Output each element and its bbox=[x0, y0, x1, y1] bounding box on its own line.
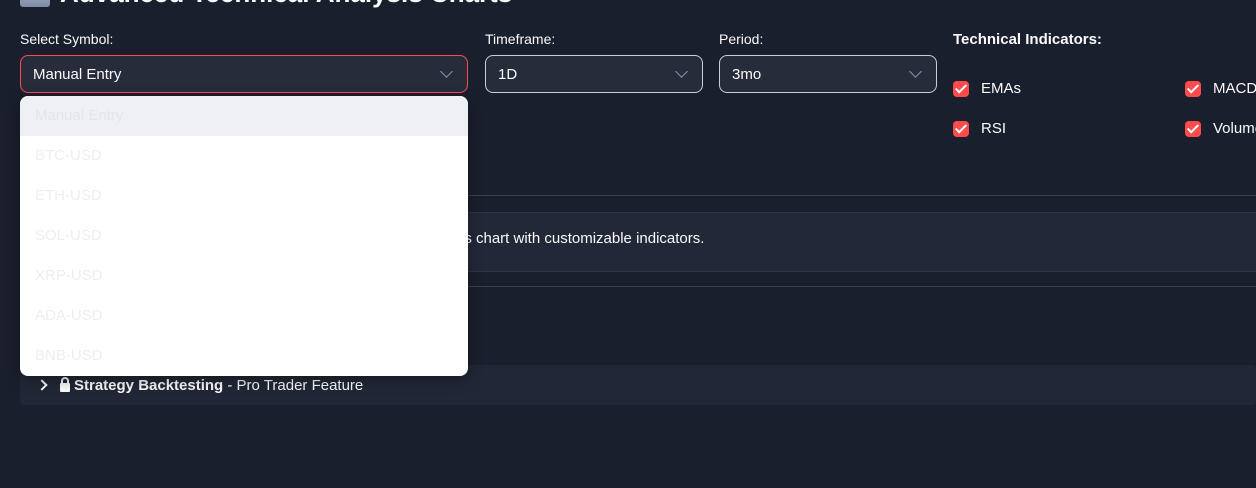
checkbox-checked-icon[interactable] bbox=[953, 80, 969, 97]
chevron-down-icon bbox=[909, 65, 922, 78]
indicator-checkbox-volume[interactable]: Volume bbox=[1185, 120, 1256, 137]
indicator-checkbox-emas[interactable]: EMAs bbox=[953, 80, 1021, 97]
indicators-title: Technical Indicators: bbox=[953, 31, 1102, 48]
timeframe-select[interactable]: 1D bbox=[485, 55, 703, 93]
indicator-label: EMAs bbox=[981, 80, 1022, 97]
period-label: Period: bbox=[719, 31, 764, 47]
indicator-label: Volume bbox=[1213, 120, 1256, 137]
checkbox-checked-icon[interactable] bbox=[1185, 80, 1201, 97]
symbol-select-value: Manual Entry bbox=[33, 65, 122, 83]
indicator-label: MACD bbox=[1213, 80, 1256, 97]
dropdown-option[interactable]: Manual Entry bbox=[20, 96, 468, 136]
symbol-dropdown-menu: Manual Entry BTC-USD ETH-USD SOL-USD XRP… bbox=[20, 96, 468, 376]
timeframe-select-value: 1D bbox=[498, 65, 518, 83]
timeframe-label: Timeframe: bbox=[485, 31, 556, 47]
dropdown-option[interactable]: ADA-USD bbox=[20, 296, 468, 336]
lock-icon bbox=[60, 376, 70, 392]
dropdown-option[interactable]: SOL-USD bbox=[20, 216, 468, 256]
checkbox-checked-icon[interactable] bbox=[1185, 120, 1201, 137]
symbol-label: Select Symbol: bbox=[20, 31, 114, 47]
dropdown-option[interactable]: XRP-USD bbox=[20, 256, 468, 296]
page-title: Advanced Technical Analysis Charts bbox=[20, 0, 512, 9]
indicator-checkbox-macd[interactable]: MACD bbox=[1185, 80, 1256, 97]
info-text: ysis chart with customizable indicators. bbox=[446, 230, 705, 247]
indicator-label: RSI bbox=[981, 120, 1007, 137]
period-select[interactable]: 3mo bbox=[719, 55, 937, 93]
dropdown-option[interactable]: BTC-USD bbox=[20, 136, 468, 176]
chevron-down-icon bbox=[440, 65, 453, 78]
period-select-value: 3mo bbox=[732, 65, 762, 83]
indicator-checkbox-rsi[interactable]: RSI bbox=[953, 120, 1006, 137]
dropdown-option[interactable]: BNB-USD bbox=[20, 336, 468, 376]
chevron-right-icon bbox=[36, 379, 48, 391]
expander-title: Strategy Backtesting bbox=[74, 376, 224, 394]
page-title-text: Advanced Technical Analysis Charts bbox=[60, 0, 512, 9]
dropdown-option[interactable]: ETH-USD bbox=[20, 176, 468, 216]
checkbox-checked-icon[interactable] bbox=[953, 120, 969, 137]
page: Advanced Technical Analysis Charts Selec… bbox=[0, 0, 1256, 488]
expander-subtitle: - Pro Trader Feature bbox=[223, 376, 364, 394]
chart-icon bbox=[20, 0, 50, 7]
chevron-down-icon bbox=[675, 65, 688, 78]
symbol-select[interactable]: Manual Entry bbox=[20, 55, 468, 93]
